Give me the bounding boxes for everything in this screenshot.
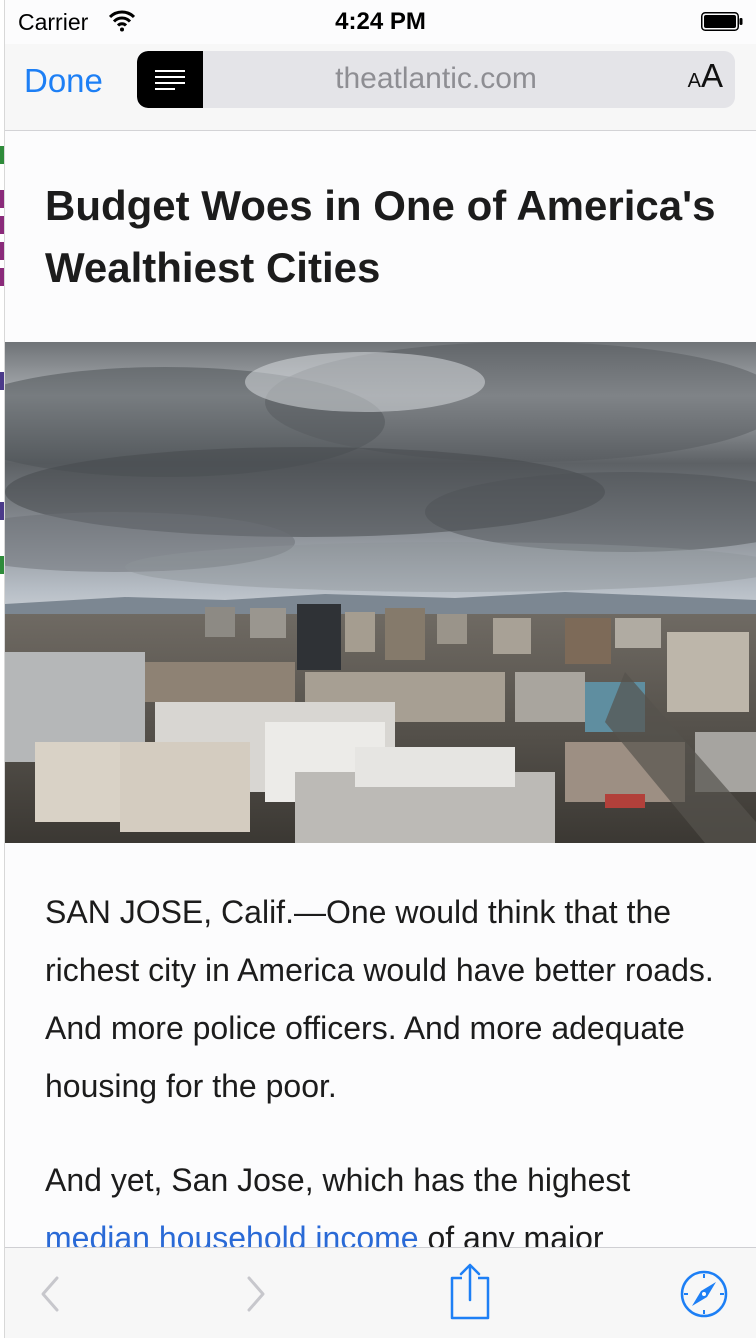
edge-mark bbox=[0, 146, 4, 164]
done-button[interactable]: Done bbox=[24, 62, 103, 100]
bottom-toolbar bbox=[5, 1247, 756, 1338]
paragraph-text: of any major bbox=[418, 1220, 604, 1247]
share-icon[interactable] bbox=[440, 1260, 500, 1324]
navigation-bar: Done theatlantic.com AA bbox=[5, 44, 756, 131]
text-size-button[interactable]: AA bbox=[688, 57, 723, 95]
compass-icon[interactable] bbox=[676, 1266, 732, 1322]
text-size-small-glyph: A bbox=[687, 70, 701, 92]
url-text[interactable]: theatlantic.com bbox=[203, 62, 669, 96]
edge-mark bbox=[0, 190, 4, 208]
clock: 4:24 PM bbox=[335, 8, 426, 35]
reader-view-screen: Carrier 4:24 PM Done theatlantic.com AA … bbox=[0, 0, 756, 1338]
edge-mark bbox=[0, 216, 4, 234]
address-bar[interactable]: theatlantic.com AA bbox=[137, 51, 735, 108]
median-income-link[interactable]: median household income bbox=[45, 1220, 419, 1247]
chevron-right-icon[interactable] bbox=[225, 1266, 281, 1322]
article-headline: Budget Woes in One of America's Wealthie… bbox=[45, 182, 716, 291]
edge-mark bbox=[0, 502, 4, 520]
edge-mark bbox=[0, 242, 4, 260]
chevron-left-icon[interactable] bbox=[25, 1266, 81, 1322]
paragraph: SAN JOSE, Calif.—One would think that th… bbox=[45, 894, 714, 1104]
paragraph: And yet, San Jose, which has the highest… bbox=[45, 1151, 735, 1247]
reader-article: Budget Woes in One of America's Wealthie… bbox=[5, 131, 756, 1247]
reader-view-button[interactable] bbox=[137, 51, 203, 108]
status-bar: Carrier 4:24 PM bbox=[5, 0, 756, 44]
hero-image bbox=[5, 342, 756, 843]
edge-mark bbox=[0, 556, 4, 574]
edge-mark bbox=[0, 372, 4, 390]
battery-icon bbox=[701, 12, 743, 31]
edge-mark bbox=[0, 268, 4, 286]
paragraph-text: And yet, San Jose, which has the highest bbox=[45, 1162, 631, 1198]
text-size-large-glyph: A bbox=[700, 57, 723, 94]
article-body: SAN JOSE, Calif.—One would think that th… bbox=[45, 883, 735, 1247]
